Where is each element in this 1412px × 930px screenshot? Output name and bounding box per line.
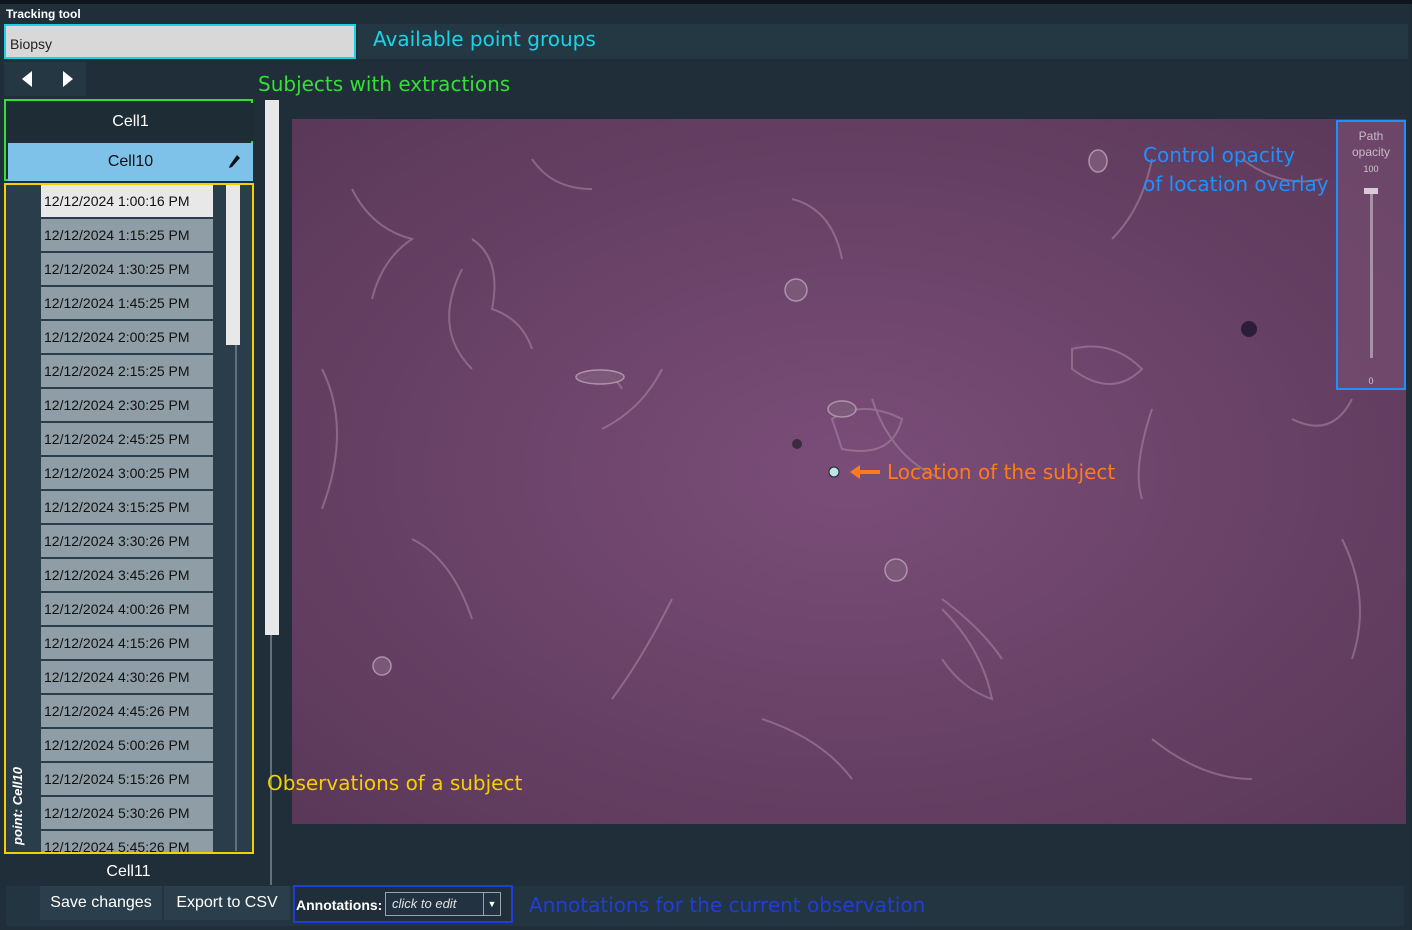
subjects-scrollbar-thumb[interactable] xyxy=(265,100,279,635)
annotations-placeholder: click to edit xyxy=(392,896,457,911)
observation-item[interactable]: 12/12/2024 1:30:25 PM xyxy=(41,253,213,285)
observation-item[interactable]: 12/12/2024 5:30:26 PM xyxy=(41,797,213,829)
observation-item[interactable]: 12/12/2024 4:30:26 PM xyxy=(41,661,213,693)
observations-scrollbar-track[interactable] xyxy=(235,345,237,851)
previous-button[interactable] xyxy=(10,62,44,96)
observation-item[interactable]: 12/12/2024 3:30:26 PM xyxy=(41,525,213,557)
pencil-icon[interactable] xyxy=(227,154,241,170)
observation-item[interactable]: 12/12/2024 1:45:25 PM xyxy=(41,287,213,319)
observation-item[interactable]: 12/12/2024 2:15:25 PM xyxy=(41,355,213,387)
subject-item-cell10[interactable]: Cell10 xyxy=(8,143,253,181)
callout-observations: Observations of a subject xyxy=(267,771,523,795)
observations-scrollbar-thumb[interactable] xyxy=(226,185,240,345)
observations-vertical-label: point: Cell10 xyxy=(10,766,25,845)
observation-item[interactable]: 12/12/2024 5:15:26 PM xyxy=(41,763,213,795)
observation-item[interactable]: 12/12/2024 5:45:26 PM xyxy=(41,831,213,852)
annotations-control: Annotations: click to edit ▼ xyxy=(293,885,513,923)
opacity-slider-track[interactable] xyxy=(1370,192,1373,358)
callout-annotations: Annotations for the current observation xyxy=(529,893,926,917)
next-button[interactable] xyxy=(51,62,85,96)
annotations-dropdown[interactable]: click to edit ▼ xyxy=(385,892,501,916)
observation-item[interactable]: 12/12/2024 2:00:25 PM xyxy=(41,321,213,353)
callout-location: Location of the subject xyxy=(887,460,1116,484)
annotations-label: Annotations: xyxy=(296,897,383,913)
observation-item[interactable]: 12/12/2024 5:00:26 PM xyxy=(41,729,213,761)
dropdown-arrow-icon[interactable]: ▼ xyxy=(483,893,500,915)
observation-item[interactable]: 12/12/2024 2:30:25 PM xyxy=(41,389,213,421)
observations-list: 12/12/2024 1:00:16 PM 12/12/2024 1:15:25 … xyxy=(41,185,213,852)
callout-point-groups: Available point groups xyxy=(373,27,596,51)
save-changes-button[interactable]: Save changes xyxy=(40,886,162,920)
callout-opacity-line2: of location overlay xyxy=(1143,172,1329,196)
observation-item[interactable]: 12/12/2024 3:15:25 PM xyxy=(41,491,213,523)
chevron-left-icon xyxy=(22,71,32,87)
subjects-list: Cell1 Cell10 xyxy=(4,99,253,181)
observation-item[interactable]: 12/12/2024 2:45:25 PM xyxy=(41,423,213,455)
microscopy-image[interactable]: Location of the subject Control opacity … xyxy=(292,119,1406,824)
observation-item[interactable]: 12/12/2024 3:00:25 PM xyxy=(41,457,213,489)
callout-subjects: Subjects with extractions xyxy=(258,72,511,96)
app-title: Tracking tool xyxy=(6,7,81,21)
export-csv-button[interactable]: Export to CSV xyxy=(164,886,290,920)
observation-item[interactable]: 12/12/2024 4:45:26 PM xyxy=(41,695,213,727)
observation-item[interactable]: 12/12/2024 1:00:16 PM xyxy=(41,185,213,217)
observation-item[interactable]: 12/12/2024 4:15:26 PM xyxy=(41,627,213,659)
path-opacity-label: Path opacity xyxy=(1351,129,1391,159)
subject-item-cell11[interactable]: Cell11 xyxy=(6,856,251,888)
observation-item[interactable]: 12/12/2024 3:45:26 PM xyxy=(41,559,213,591)
subject-label: Cell10 xyxy=(107,153,154,170)
chevron-right-icon xyxy=(63,71,73,87)
observation-item[interactable]: 12/12/2024 4:00:26 PM xyxy=(41,593,213,625)
opacity-max-label: 100 xyxy=(1363,164,1379,174)
observation-item[interactable]: 12/12/2024 1:15:25 PM xyxy=(41,219,213,251)
subject-location-marker[interactable] xyxy=(826,464,842,480)
point-group-selector[interactable]: Biopsy xyxy=(4,24,356,59)
subject-item-cell1[interactable]: Cell1 xyxy=(8,103,253,141)
arrow-left-icon xyxy=(850,465,880,479)
callout-opacity-line1: Control opacity xyxy=(1143,143,1296,167)
observations-panel: point: Cell10 12/12/2024 1:00:16 PM 12/12… xyxy=(4,183,254,854)
opacity-slider-thumb[interactable] xyxy=(1364,188,1378,194)
path-opacity-control: Path opacity 100 0 xyxy=(1336,120,1406,390)
subjects-scrollbar-track[interactable] xyxy=(270,635,272,885)
opacity-min-label: 0 xyxy=(1368,376,1374,386)
